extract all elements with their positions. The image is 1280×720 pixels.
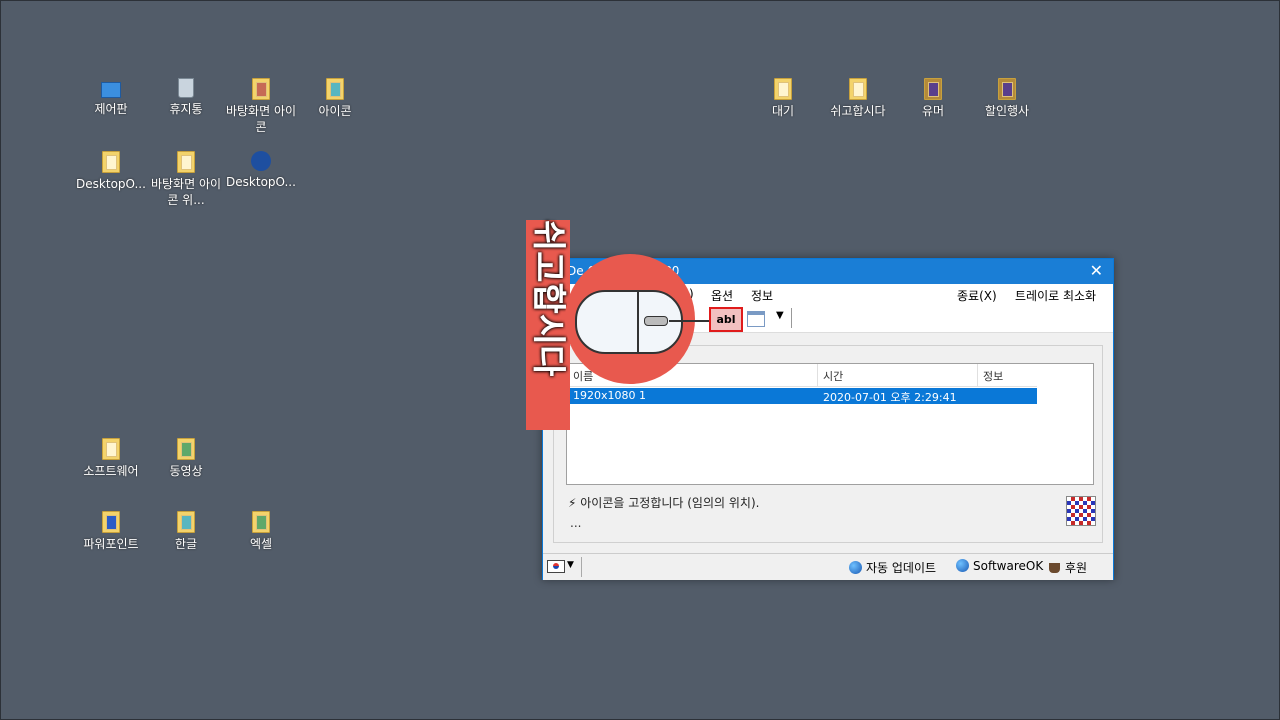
column-divider bbox=[977, 364, 978, 386]
folder-icon bbox=[924, 78, 942, 100]
desktop-icon-hangul[interactable]: 한글 bbox=[149, 511, 223, 552]
calendar-icon[interactable] bbox=[747, 311, 765, 327]
desktop-icon-sale[interactable]: 할인행사 bbox=[970, 78, 1044, 119]
globe-icon bbox=[956, 559, 969, 572]
folder-icon bbox=[102, 151, 120, 173]
desktop-icon-desktopok-1[interactable]: DesktopO... bbox=[74, 151, 148, 192]
desktop-icon-label: 한글 bbox=[174, 537, 198, 551]
col-header-time[interactable]: 시간 bbox=[823, 368, 843, 384]
softwareok-link[interactable]: SoftwareOK bbox=[956, 559, 1043, 573]
folder-icon bbox=[998, 78, 1016, 100]
folder-icon bbox=[252, 511, 270, 533]
desktop-icon-desktopok-zip[interactable]: DesktopO... bbox=[224, 151, 298, 190]
desktop-icon-control-panel[interactable]: 제어판 bbox=[74, 78, 148, 117]
korean-flag-icon[interactable] bbox=[547, 560, 565, 573]
folder-icon bbox=[774, 78, 792, 100]
desktop-icon-label: 할인행사 bbox=[984, 104, 1030, 118]
desktop-icon-video[interactable]: 동영상 bbox=[149, 438, 223, 479]
desktop-icon-label: 소프트웨어 bbox=[83, 464, 139, 478]
desktop-icon-label: 파워포인트 bbox=[83, 537, 139, 551]
more-text: ... bbox=[570, 516, 582, 530]
control-panel-icon bbox=[101, 82, 121, 98]
folder-icon bbox=[102, 438, 120, 460]
chevron-down-icon[interactable]: ▼ bbox=[567, 560, 574, 570]
softwareok-label: SoftwareOK bbox=[973, 559, 1044, 573]
folder-icon bbox=[252, 78, 270, 100]
desktop-icon-label: 아이콘 bbox=[318, 104, 352, 118]
column-divider bbox=[817, 364, 818, 386]
statusbar: ▼ 자동 업데이트 SoftwareOK 후원 bbox=[543, 553, 1113, 580]
desktop-icon-label: 대기 bbox=[771, 104, 795, 118]
auto-update-label: 자동 업데이트 bbox=[866, 561, 937, 575]
app-logo-icon bbox=[1066, 496, 1096, 526]
desktop-icon-wallpaper-icons[interactable]: 바탕화면 아이콘 bbox=[224, 78, 298, 135]
desktop-icon-label: 바탕화면 아이콘 bbox=[225, 104, 297, 134]
table-row[interactable]: 1920x1080 1 2020-07-01 오후 2:29:41 bbox=[567, 388, 1037, 404]
desktop-icon-humor[interactable]: 유머 bbox=[896, 78, 970, 119]
auto-update-link[interactable]: 자동 업데이트 bbox=[849, 559, 936, 576]
toolbar-separator bbox=[791, 308, 792, 328]
desktop-icon-label: 엑셀 bbox=[249, 537, 273, 551]
desktop-icon-label: DesktopO... bbox=[226, 175, 296, 189]
donate-link[interactable]: 후원 bbox=[1049, 559, 1087, 576]
col-header-info[interactable]: 정보 bbox=[983, 368, 1003, 384]
row-name: 1920x1080 1 bbox=[573, 389, 646, 402]
globe-icon bbox=[849, 561, 862, 574]
coffee-cup-icon bbox=[1049, 563, 1060, 573]
desktop-icon-label: 유머 bbox=[921, 104, 945, 118]
desktop-icon-powerpoint[interactable]: 파워포인트 bbox=[74, 511, 148, 552]
menu-item-minimize-to-tray[interactable]: 트레이로 최소화 bbox=[1015, 287, 1096, 304]
abl-button[interactable]: abl bbox=[709, 307, 743, 332]
desktop-icon-label: 쉬고합시다 bbox=[830, 104, 886, 118]
desktop-icon-label: 휴지통 bbox=[169, 102, 203, 116]
banner-text: 쉬고합시다 bbox=[528, 220, 568, 377]
row-time: 2020-07-01 오후 2:29:41 bbox=[823, 391, 957, 404]
desktop-icon-label: 제어판 bbox=[94, 102, 128, 116]
folder-icon bbox=[177, 438, 195, 460]
statusbar-separator bbox=[581, 557, 582, 577]
desktop-icon-label: 바탕화면 아이콘 위... bbox=[150, 177, 222, 207]
mouse-wheel-icon bbox=[644, 316, 668, 326]
chevron-down-icon[interactable]: ▼ bbox=[776, 310, 784, 321]
folder-icon bbox=[326, 78, 344, 100]
desktop-icon-rest[interactable]: 쉬고합시다 bbox=[821, 78, 895, 119]
menu-item-info[interactable]: 정보 bbox=[751, 287, 773, 304]
pointer-line bbox=[669, 320, 709, 322]
donate-label: 후원 bbox=[1065, 561, 1088, 575]
zip-icon bbox=[251, 151, 271, 171]
desktop-icon-excel[interactable]: 엑셀 bbox=[224, 511, 298, 552]
folder-icon bbox=[102, 511, 120, 533]
menu-item-options[interactable]: 옵션 bbox=[711, 287, 733, 304]
folder-icon bbox=[849, 78, 867, 100]
lightning-icon: ⚡ bbox=[568, 496, 577, 510]
desktop-icon-wallpaper-icons-pos[interactable]: 바탕화면 아이콘 위... bbox=[149, 151, 223, 208]
desktop-icon-recycle-bin[interactable]: 휴지통 bbox=[149, 78, 223, 117]
desktop-icon-label: DesktopO... bbox=[76, 177, 146, 191]
folder-icon bbox=[177, 151, 195, 173]
close-icon[interactable]: ✕ bbox=[1090, 261, 1103, 280]
menu-item-exit[interactable]: 종료(X) bbox=[957, 287, 997, 304]
desktop-icon-software[interactable]: 소프트웨어 bbox=[74, 438, 148, 479]
recycle-bin-icon bbox=[178, 78, 194, 98]
folder-icon bbox=[177, 511, 195, 533]
hint-label: 아이콘을 고정합니다 (임의의 위치). bbox=[580, 496, 760, 510]
desktop-icon-icons[interactable]: 아이콘 bbox=[298, 78, 372, 119]
hint-text: ⚡ 아이콘을 고정합니다 (임의의 위치). bbox=[568, 494, 759, 511]
desktop-icon-label: 동영상 bbox=[169, 464, 203, 478]
desktop-icon-wait[interactable]: 대기 bbox=[746, 78, 820, 119]
